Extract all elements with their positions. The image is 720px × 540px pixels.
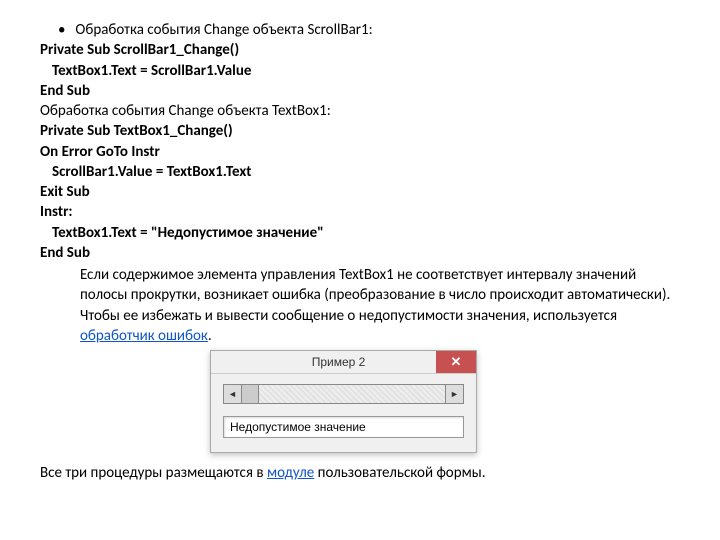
text-line-5: Обработка события Change объекта TextBox… <box>40 101 680 121</box>
code-line-2: Private Sub ScrollBar1_Change() <box>40 40 680 60</box>
code-line-8: ScrollBar1.Value = TextBox1.Text <box>40 162 680 182</box>
scrollbar-right-button[interactable]: ► <box>445 385 463 403</box>
code-line-7: On Error GoTo Instr <box>40 142 680 162</box>
bullet-line-1: • Обработка события Change объекта Scrol… <box>58 20 680 40</box>
para-text-b: . <box>208 327 212 345</box>
triangle-left-icon: ◄ <box>228 388 237 400</box>
example-window: Пример 2 ✕ ◄ ► <box>210 350 477 453</box>
para-text-a: Если содержимое элемента управления Text… <box>40 266 670 325</box>
code-line-10: Instr: <box>40 202 680 222</box>
scrollbar-left-button[interactable]: ◄ <box>224 385 242 403</box>
scrollbar-thumb[interactable] <box>242 385 259 403</box>
code-line-6: Private Sub TextBox1_Change() <box>40 121 680 141</box>
textbox-control[interactable] <box>223 416 464 438</box>
code-line-12: End Sub <box>40 243 680 263</box>
error-handler-link[interactable]: обработчик ошибок <box>80 327 208 345</box>
window-close-button[interactable]: ✕ <box>436 351 476 373</box>
bottom-paragraph: Все три процедуры размещаются в модуле п… <box>40 463 680 483</box>
code-line-9: Exit Sub <box>40 182 680 202</box>
window-client-area: ◄ ► <box>211 374 476 452</box>
window-titlebar: Пример 2 ✕ <box>211 351 476 374</box>
code-line-11: TextBox1.Text = "Недопустимое значение" <box>40 223 680 243</box>
bullet-icon: • <box>58 20 72 40</box>
slide-content: • Обработка события Change объекта Scrol… <box>40 20 680 483</box>
code-line-4: End Sub <box>40 81 680 101</box>
module-link[interactable]: модуле <box>267 464 314 482</box>
bottom-text-b: пользовательской формы. <box>314 464 485 482</box>
triangle-right-icon: ► <box>450 388 459 400</box>
scrollbar-track[interactable] <box>242 385 445 403</box>
code-line-3: TextBox1.Text = ScrollBar1.Value <box>40 61 680 81</box>
explanation-paragraph: Если содержимое элемента управления Text… <box>40 265 680 346</box>
bottom-text-a: Все три процедуры размещаются в <box>40 464 267 482</box>
window-title: Пример 2 <box>241 354 436 370</box>
text-line-1: Обработка события Change объекта ScrollB… <box>75 21 372 39</box>
scrollbar-control[interactable]: ◄ ► <box>223 384 464 404</box>
close-icon: ✕ <box>451 353 462 371</box>
